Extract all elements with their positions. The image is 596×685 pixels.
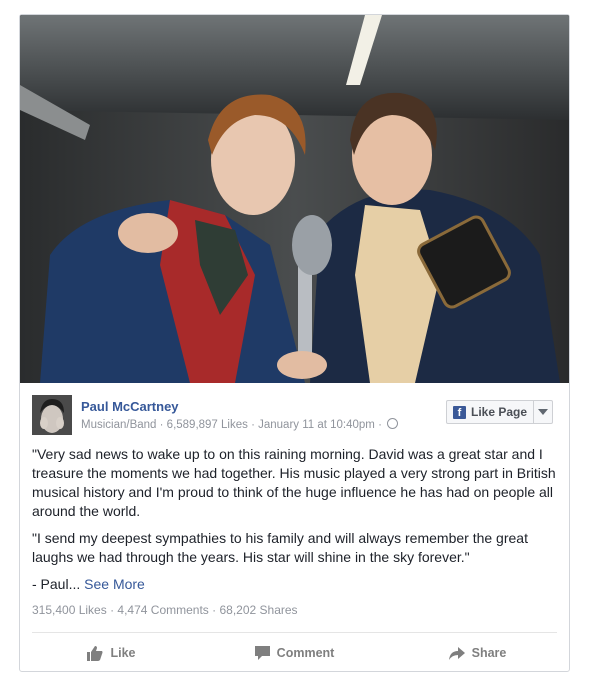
post-date-link[interactable]: January 11 at 10:40pm [258,419,375,431]
facebook-icon: f [453,405,466,419]
page-likes-count: 6,589,897 Likes [166,419,248,431]
facebook-post-card: Paul McCartney Musician/Band · 6,589,897… [19,14,570,672]
share-arrow-icon [448,646,465,660]
like-page-label: Like Page [471,405,528,419]
share-button[interactable]: Share [386,633,569,671]
photo-illustration [20,15,569,383]
page-category: Musician/Band [81,419,157,431]
globe-icon [387,418,399,429]
post-signoff: - Paul... [32,576,81,592]
comments-count-link[interactable]: 4,474 Comments [117,603,208,617]
see-more-link[interactable]: See More [84,576,145,592]
post-photo[interactable] [20,15,569,383]
like-page-dropdown[interactable] [533,401,552,423]
comment-label: Comment [276,646,335,660]
post-message: "Very sad news to wake up to on this rai… [32,445,557,602]
shares-count-link[interactable]: 68,202 Shares [220,603,298,617]
like-page-button-group: f Like Page [446,400,554,424]
avatar-photo [32,395,72,435]
page-avatar[interactable] [32,395,72,435]
likes-count-link[interactable]: 315,400 Likes [32,603,107,617]
post-actions: Like Comment Share [20,633,569,671]
like-label: Like [110,646,136,660]
post-stats: 315,400 Likes · 4,474 Comments · 68,202 … [32,603,298,617]
thumbs-up-icon [87,645,103,661]
post-header: Paul McCartney Musician/Band · 6,589,897… [20,383,569,447]
post-paragraph: "I send my deepest sympathies to his fam… [32,530,528,565]
page-name-link[interactable]: Paul McCartney [81,399,179,414]
comment-icon [254,646,270,660]
chevron-down-icon [538,409,549,415]
share-label: Share [471,646,507,660]
like-button[interactable]: Like [20,633,203,671]
post-meta: Musician/Band · 6,589,897 Likes · Januar… [81,418,399,431]
like-page-button[interactable]: f Like Page [447,401,533,423]
comment-button[interactable]: Comment [203,633,386,671]
post-paragraph: "Very sad news to wake up to on this rai… [32,446,556,519]
post-signoff-line: - Paul... See More [32,575,557,594]
